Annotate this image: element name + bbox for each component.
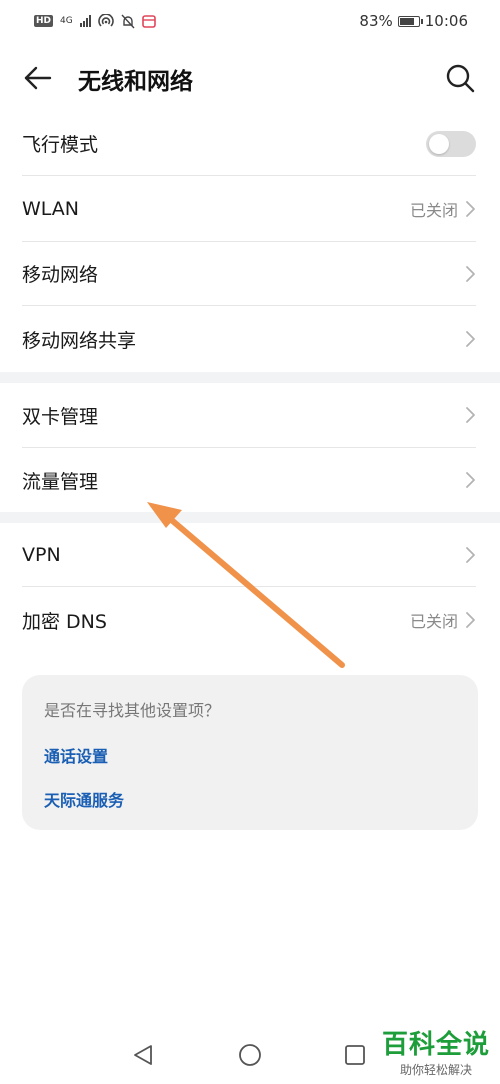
section-separator (0, 372, 500, 383)
suggestions-question: 是否在寻找其他设置项？ (44, 701, 221, 720)
app-bar: 无线和网络 (0, 42, 500, 112)
airplane-mode-toggle[interactable] (426, 130, 476, 157)
hotspot-label: 移动网络共享 (22, 329, 137, 352)
watermark-sub-text: 助你轻松解决 (399, 1063, 472, 1077)
dual-sim-label: 双卡管理 (22, 405, 99, 428)
hotspot-icon (97, 14, 114, 27)
nav-recent-icon[interactable] (344, 1044, 366, 1066)
data-usage-row[interactable]: 流量管理 (0, 448, 500, 512)
row-trailing (464, 265, 476, 283)
chevron-right-icon (466, 200, 475, 217)
call-settings-link[interactable]: 通话设置 (44, 743, 108, 767)
calendar-icon (141, 15, 156, 28)
chevron-right-icon (466, 331, 475, 347)
clock: 10:06 (424, 12, 468, 30)
row-trailing (464, 330, 476, 348)
hd-icon: HD (34, 15, 54, 27)
row-trailing (464, 546, 476, 564)
status-bar: HD 4G 83% 10:06 (0, 0, 500, 42)
chevron-right-icon (466, 612, 475, 628)
wlan-row[interactable]: WLAN 已关闭 (0, 176, 500, 241)
vpn-row[interactable]: VPN (0, 523, 500, 586)
status-left: HD 4G (34, 14, 156, 29)
watermark-logo: 百科全说 助你轻松解决 (382, 1024, 490, 1078)
wlan-label: WLAN (22, 197, 80, 220)
status-right: 83% 10:06 (359, 12, 468, 30)
chevron-right-icon (466, 472, 475, 488)
airplane-mode-row[interactable]: 飞行模式 (0, 112, 500, 175)
network-type: 4G (60, 16, 73, 26)
nav-back-icon[interactable] (132, 1043, 154, 1067)
private-dns-row[interactable]: 加密 DNS 已关闭 (0, 587, 500, 653)
dual-sim-row[interactable]: 双卡管理 (0, 383, 500, 447)
page-title: 无线和网络 (78, 69, 193, 95)
data-usage-label: 流量管理 (22, 470, 99, 493)
chevron-right-icon (466, 265, 475, 282)
private-dns-status-text: 已关闭 (409, 612, 458, 631)
chevron-right-icon (466, 546, 475, 563)
section-separator (0, 512, 500, 523)
battery-icon (397, 15, 423, 27)
mobile-network-label: 移动网络 (22, 264, 99, 286)
signal-icon (79, 15, 91, 27)
hotspot-row[interactable]: 移动网络共享 (0, 306, 500, 372)
vpn-label: VPN (22, 543, 61, 566)
private-dns-label: 加密 DNS (22, 610, 107, 633)
chevron-right-icon (466, 407, 475, 423)
airplane-mode-label: 飞行模式 (22, 134, 99, 156)
wlan-status-text: 已关闭 (409, 200, 458, 220)
toggle-knob (429, 133, 449, 154)
mobile-network-row[interactable]: 移动网络 (0, 242, 500, 305)
back-arrow-icon[interactable] (22, 62, 54, 94)
watermark-main-text: 百科全说 (381, 1030, 490, 1060)
skytone-service-link[interactable]: 天际通服务 (44, 787, 124, 811)
suggestions-card: 是否在寻找其他设置项？ 通话设置 天际通服务 (22, 675, 478, 830)
wlan-status: 已关闭 (410, 197, 476, 221)
nav-home-icon[interactable] (238, 1043, 262, 1067)
battery-percent: 83% (359, 12, 393, 30)
search-icon[interactable] (444, 62, 476, 94)
bell-off-icon (121, 14, 135, 28)
row-trailing (464, 471, 476, 489)
row-trailing (464, 406, 476, 424)
private-dns-status: 已关闭 (410, 608, 476, 632)
